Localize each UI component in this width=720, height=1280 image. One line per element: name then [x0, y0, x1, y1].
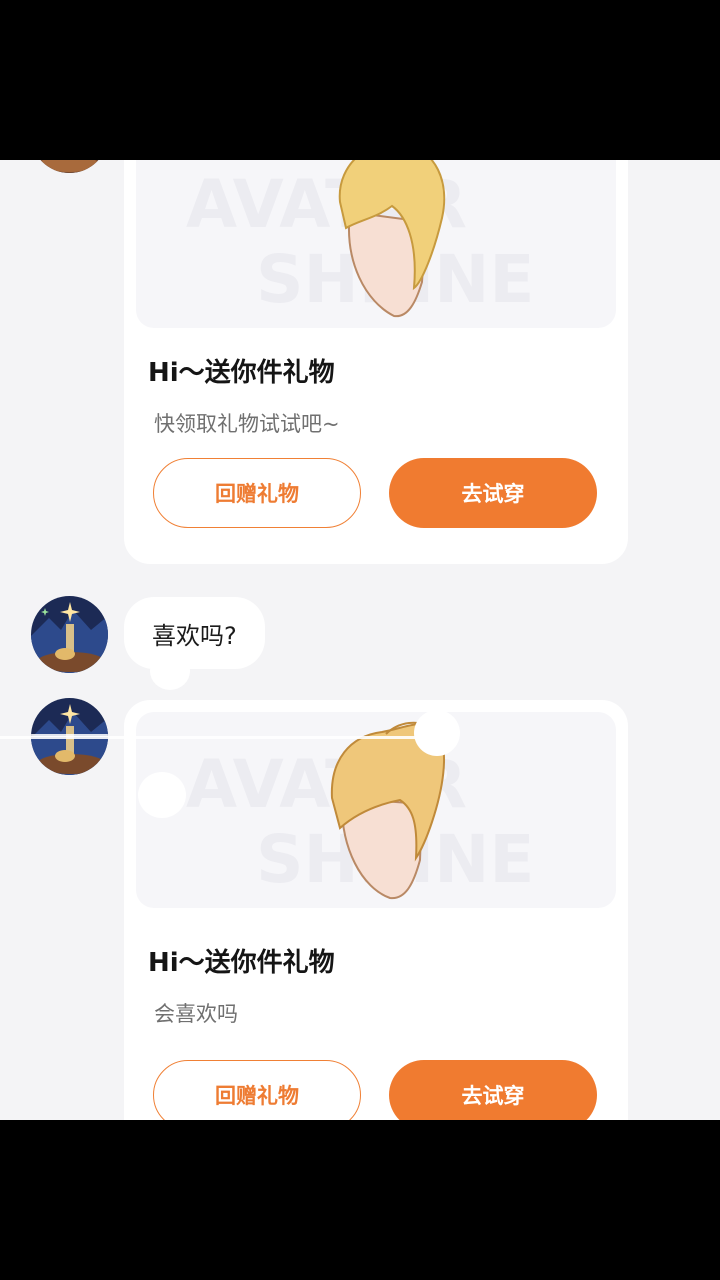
return-gift-button[interactable]: 回赠礼物 [153, 458, 361, 528]
sender-avatar[interactable] [31, 160, 108, 173]
return-gift-button[interactable]: 回赠礼物 [153, 1060, 361, 1120]
chat-bubble[interactable]: 喜欢吗? [124, 597, 265, 669]
gift-card: AVATAR SHRINE Hi～送你件礼物 会喜欢吗 回赠礼物 去试穿 [124, 700, 628, 1120]
video-letterbox-top [0, 0, 720, 160]
sender-avatar[interactable] [31, 596, 108, 673]
blonde-bun-hair-icon: AVATAR SHRINE [186, 160, 534, 318]
gift-card-title: Hi～送你件礼物 [148, 948, 335, 978]
scanline-artifact [0, 736, 420, 739]
glare-spot [414, 710, 460, 756]
video-letterbox-bottom [0, 1120, 720, 1280]
gift-preview-image[interactable]: AVATAR SHRINE [136, 160, 616, 328]
bubble-tail [150, 652, 190, 690]
glare-spot [138, 772, 186, 818]
blonde-ponytail-hair-icon: AVATAR SHRINE [186, 721, 534, 900]
chat-viewport[interactable]: AVATAR SHRINE Hi～送你件礼物 快领取礼物试试吧~ 回赠礼物 去试… [0, 160, 720, 1120]
lighthouse-avatar-icon [31, 160, 108, 173]
try-on-button[interactable]: 去试穿 [389, 458, 597, 528]
gift-preview-image[interactable]: AVATAR SHRINE [136, 712, 616, 908]
gift-card-subtitle: 快领取礼物试试吧~ [154, 412, 340, 436]
gift-card-subtitle: 会喜欢吗 [154, 1002, 238, 1026]
gift-card-title: Hi～送你件礼物 [148, 358, 335, 388]
lighthouse-avatar-icon [31, 596, 108, 673]
try-on-button[interactable]: 去试穿 [389, 1060, 597, 1120]
gift-card: AVATAR SHRINE Hi～送你件礼物 快领取礼物试试吧~ 回赠礼物 去试… [124, 160, 628, 564]
